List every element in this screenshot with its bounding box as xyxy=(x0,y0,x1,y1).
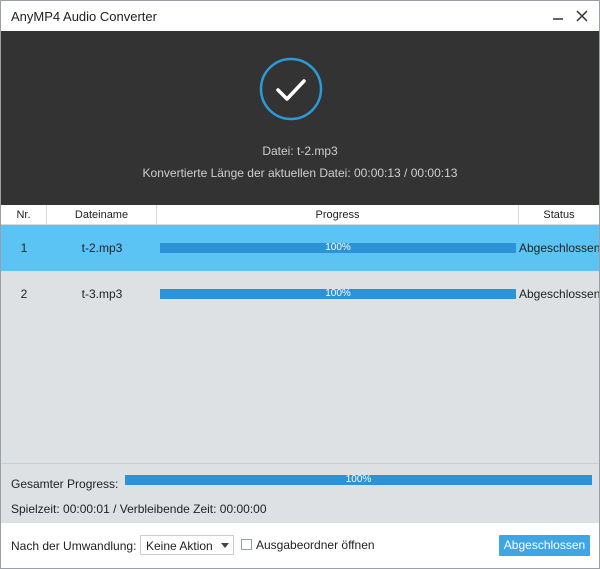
total-progress-label: Gesamter Progress: xyxy=(11,477,119,491)
table-row[interactable]: 1 t-2.mp3 100% Abgeschlossen xyxy=(1,225,599,271)
time-info-text: Spielzeit: 00:00:01 / Verbleibende Zeit:… xyxy=(11,502,267,516)
total-progress-percent: 100% xyxy=(345,474,372,485)
title-bar[interactable]: AnyMP4 Audio Converter xyxy=(1,1,599,31)
row-number: 2 xyxy=(20,287,28,301)
close-button[interactable] xyxy=(573,7,591,25)
app-window: AnyMP4 Audio Converter Datei: t-2.mp3 Ko… xyxy=(0,0,600,569)
row-progress-label: 100% xyxy=(325,242,351,253)
column-status[interactable]: Status xyxy=(519,205,599,225)
row-progress-bar: 100% xyxy=(160,243,516,253)
row-filename: t-2.mp3 xyxy=(81,241,123,255)
minimize-button[interactable] xyxy=(549,7,567,25)
file-table-body: 1 t-2.mp3 100% Abgeschlossen 2 t-3.mp3 1… xyxy=(1,225,599,463)
column-filename[interactable]: Dateiname xyxy=(47,205,157,225)
open-output-folder-label[interactable]: Ausgabeordner öffnen xyxy=(256,538,375,552)
row-filename: t-3.mp3 xyxy=(81,287,123,301)
done-button[interactable]: Abgeschlossen xyxy=(499,535,590,556)
row-progress-label: 100% xyxy=(325,288,351,299)
column-progress[interactable]: Progress xyxy=(157,205,519,225)
close-icon xyxy=(576,10,588,22)
footer-bar: Nach der Umwandlung: Keine Aktion Ausgab… xyxy=(1,523,599,568)
after-conversion-value: Keine Aktion xyxy=(146,539,213,553)
total-progress-bar: 100% xyxy=(125,475,592,485)
row-status: Abgeschlossen xyxy=(519,287,600,301)
converted-length-text: Konvertierte Länge der aktuellen Datei: … xyxy=(142,166,458,180)
open-output-folder-checkbox[interactable] xyxy=(241,539,252,550)
total-progress-section: Gesamter Progress: 100% Spielzeit: 00:00… xyxy=(1,463,599,523)
chevron-down-icon xyxy=(221,543,229,548)
after-conversion-select[interactable]: Keine Aktion xyxy=(140,535,234,555)
row-number: 1 xyxy=(20,241,28,255)
column-nr[interactable]: Nr. xyxy=(1,205,47,225)
window-title: AnyMP4 Audio Converter xyxy=(11,9,157,24)
minimize-icon xyxy=(553,18,563,20)
table-row[interactable]: 2 t-3.mp3 100% Abgeschlossen xyxy=(1,271,599,317)
file-table-header: Nr. Dateiname Progress Status xyxy=(1,205,599,225)
row-progress-bar: 100% xyxy=(160,289,516,299)
after-conversion-label: Nach der Umwandlung: xyxy=(11,539,137,553)
row-status: Abgeschlossen xyxy=(519,241,600,255)
conversion-status-panel: Datei: t-2.mp3 Konvertierte Länge der ak… xyxy=(1,31,599,205)
checkmark-circle-icon xyxy=(259,57,323,121)
current-file-text: Datei: t-2.mp3 xyxy=(262,144,338,158)
